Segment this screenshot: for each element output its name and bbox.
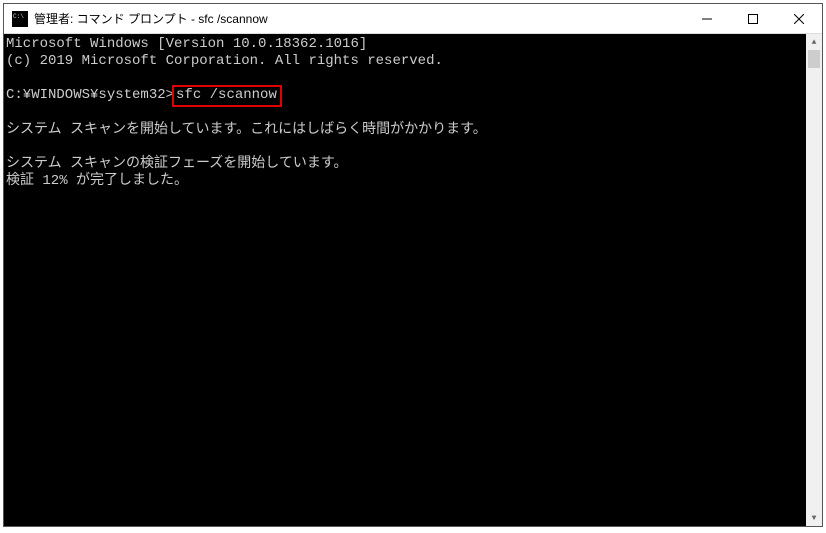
window-title: 管理者: コマンド プロンプト - sfc /scannow xyxy=(34,10,684,27)
copyright-line: (c) 2019 Microsoft Corporation. All righ… xyxy=(6,53,443,69)
titlebar[interactable]: 管理者: コマンド プロンプト - sfc /scannow xyxy=(4,4,822,34)
vertical-scrollbar[interactable]: ▲ ▼ xyxy=(806,34,822,526)
minimize-button[interactable] xyxy=(684,4,730,33)
prompt-text: C:¥WINDOWS¥system32> xyxy=(6,87,174,103)
command-prompt-window: 管理者: コマンド プロンプト - sfc /scannow Microsoft… xyxy=(3,3,823,527)
command-text: sfc /scannow xyxy=(176,87,277,103)
command-highlight: sfc /scannow xyxy=(172,85,282,107)
version-line: Microsoft Windows [Version 10.0.18362.10… xyxy=(6,36,367,52)
progress-line: 検証 12% が完了しました。 xyxy=(6,173,188,189)
terminal-area: Microsoft Windows [Version 10.0.18362.10… xyxy=(4,34,822,526)
terminal-output[interactable]: Microsoft Windows [Version 10.0.18362.10… xyxy=(4,34,806,526)
scroll-up-arrow[interactable]: ▲ xyxy=(806,34,822,50)
scan-start-line: システム スキャンを開始しています。これにはしばらく時間がかかります。 xyxy=(6,122,487,138)
verify-phase-line: システム スキャンの検証フェーズを開始しています。 xyxy=(6,156,347,172)
cmd-icon xyxy=(12,11,28,27)
maximize-button[interactable] xyxy=(730,4,776,33)
scrollbar-thumb[interactable] xyxy=(808,50,820,68)
close-button[interactable] xyxy=(776,4,822,33)
scroll-down-arrow[interactable]: ▼ xyxy=(806,510,822,526)
window-controls xyxy=(684,4,822,33)
